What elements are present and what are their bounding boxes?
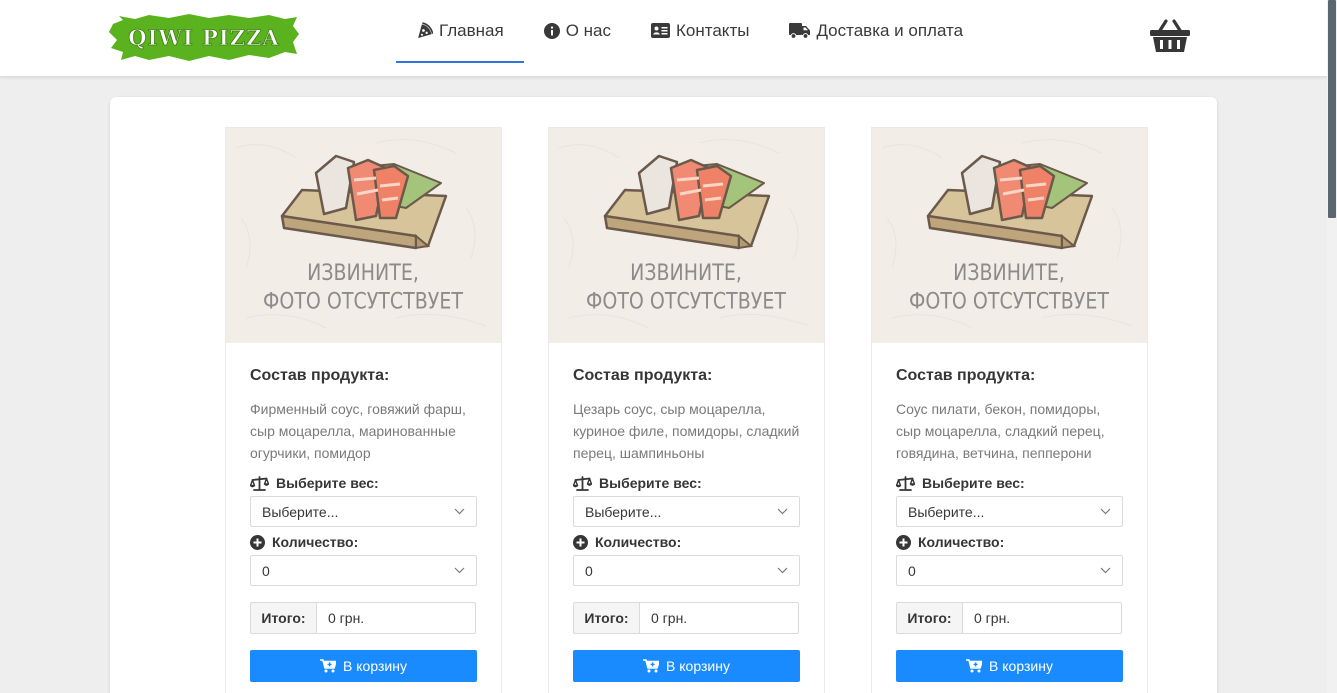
product-description: Фирменный соус, говяжий фарш, сыр моцаре… (250, 401, 466, 461)
quantity-select-value: 0 (585, 562, 593, 579)
svg-text:ФОТО ОТСУТСТВУЕТ: ФОТО ОТСУТСТВУЕТ (263, 288, 463, 314)
quantity-label: Количество: (250, 532, 477, 552)
pizza-slice-icon (418, 22, 433, 38)
quantity-select[interactable]: 0 (250, 555, 477, 586)
product-composition-title: Состав продукта: (573, 367, 713, 384)
total-field: Итого: 0 грн. (250, 602, 476, 634)
scrollbar-thumb[interactable] (1328, 0, 1336, 218)
weight-label: Выберите вес: (896, 473, 1123, 493)
svg-text:ФОТО ОТСУТСТВУЕТ: ФОТО ОТСУТСТВУЕТ (586, 288, 786, 314)
add-to-cart-button[interactable]: В корзину (573, 650, 800, 682)
nav-item-contacts[interactable]: Контакты (631, 0, 769, 63)
product-photo-placeholder: ИЗВИНИТЕ, ФОТО ОТСУТСТВУЕТ (872, 128, 1147, 343)
chevron-down-icon (777, 567, 788, 574)
product-photo-placeholder: ИЗВИНИТЕ, ФОТО ОТСУТСТВУЕТ (549, 128, 824, 343)
product-card: ИЗВИНИТЕ, ФОТО ОТСУТСТВУЕТ Состав продук… (871, 127, 1148, 693)
chevron-down-icon (777, 508, 788, 515)
nav-item-home[interactable]: Главная (396, 0, 524, 63)
chevron-down-icon (454, 567, 465, 574)
info-circle-icon (543, 22, 560, 39)
cart-plus-icon (320, 659, 337, 673)
chevron-down-icon (1100, 508, 1111, 515)
product-card: ИЗВИНИТЕ, ФОТО ОТСУТСТВУЕТ Состав продук… (548, 127, 825, 693)
quantity-select-value: 0 (908, 562, 916, 579)
nav-item-delivery[interactable]: Доставка и оплата (769, 0, 983, 63)
total-label: Итого: (250, 602, 317, 634)
weight-select[interactable]: Выберите... (573, 496, 800, 527)
add-to-cart-button[interactable]: В корзину (250, 650, 477, 682)
quantity-select[interactable]: 0 (573, 555, 800, 586)
product-composition-title: Состав продукта: (896, 367, 1036, 384)
product-description: Цезарь соус, сыр моцарелла, куриное филе… (573, 401, 800, 461)
total-value: 0 грн. (317, 602, 476, 634)
truck-icon (789, 22, 811, 39)
balance-scale-icon (896, 475, 915, 491)
weight-label: Выберите вес: (573, 473, 800, 493)
product-description: Соус пилати, бекон, помидоры, сыр моцаре… (896, 401, 1105, 461)
logo[interactable]: QIWI PIZZA (109, 14, 299, 62)
quantity-label: Количество: (573, 532, 800, 552)
svg-text:QIWI PIZZA: QIWI PIZZA (128, 25, 279, 50)
nav-item-about[interactable]: О нас (524, 0, 631, 63)
plus-circle-icon (573, 534, 588, 550)
total-label: Итого: (573, 602, 640, 634)
cart-plus-icon (643, 659, 660, 673)
quantity-select-value: 0 (262, 562, 270, 579)
product-composition-title: Состав продукта: (250, 367, 390, 384)
weight-select-value: Выберите... (262, 503, 339, 520)
quantity-label: Количество: (896, 532, 1123, 552)
balance-scale-icon (573, 475, 592, 491)
svg-text:ИЗВИНИТЕ,: ИЗВИНИТЕ, (953, 260, 1065, 286)
products-container: ИЗВИНИТЕ, ФОТО ОТСУТСТВУЕТ Состав продук… (110, 97, 1217, 693)
product-photo-placeholder: ИЗВИНИТЕ, ФОТО ОТСУТСТВУЕТ (226, 128, 501, 343)
main-nav: Главная О нас Контакты Доставка и оплата (396, 0, 983, 77)
weight-label: Выберите вес: (250, 473, 477, 493)
add-to-cart-button[interactable]: В корзину (896, 650, 1123, 682)
weight-select-value: Выберите... (908, 503, 985, 520)
total-value: 0 грн. (963, 602, 1122, 634)
page-scrollbar[interactable] (1327, 0, 1337, 693)
balance-scale-icon (250, 475, 269, 491)
svg-text:ИЗВИНИТЕ,: ИЗВИНИТЕ, (307, 260, 419, 286)
weight-select[interactable]: Выберите... (896, 496, 1123, 527)
plus-circle-icon (250, 534, 265, 550)
top-navbar: QIWI PIZZA Главная О нас Контакты Достав… (0, 0, 1327, 77)
cart-plus-icon (966, 659, 983, 673)
cart-button[interactable] (1150, 19, 1190, 58)
nav-item-label: Контакты (676, 20, 750, 40)
total-field: Итого: 0 грн. (896, 602, 1122, 634)
weight-select[interactable]: Выберите... (250, 496, 477, 527)
plus-circle-icon (896, 534, 911, 550)
quantity-select[interactable]: 0 (896, 555, 1123, 586)
svg-text:ИЗВИНИТЕ,: ИЗВИНИТЕ, (630, 260, 742, 286)
svg-text:ФОТО ОТСУТСТВУЕТ: ФОТО ОТСУТСТВУЕТ (909, 288, 1109, 314)
address-card-icon (651, 23, 671, 38)
total-value: 0 грн. (640, 602, 799, 634)
total-field: Итого: 0 грн. (573, 602, 799, 634)
chevron-down-icon (454, 508, 465, 515)
weight-select-value: Выберите... (585, 503, 662, 520)
total-label: Итого: (896, 602, 963, 634)
nav-item-label: О нас (565, 20, 612, 40)
shopping-basket-icon (1150, 19, 1190, 52)
chevron-down-icon (1100, 567, 1111, 574)
nav-item-label: Доставка и оплата (816, 20, 964, 40)
product-card: ИЗВИНИТЕ, ФОТО ОТСУТСТВУЕТ Состав продук… (225, 127, 502, 693)
nav-item-label: Главная (439, 20, 504, 40)
